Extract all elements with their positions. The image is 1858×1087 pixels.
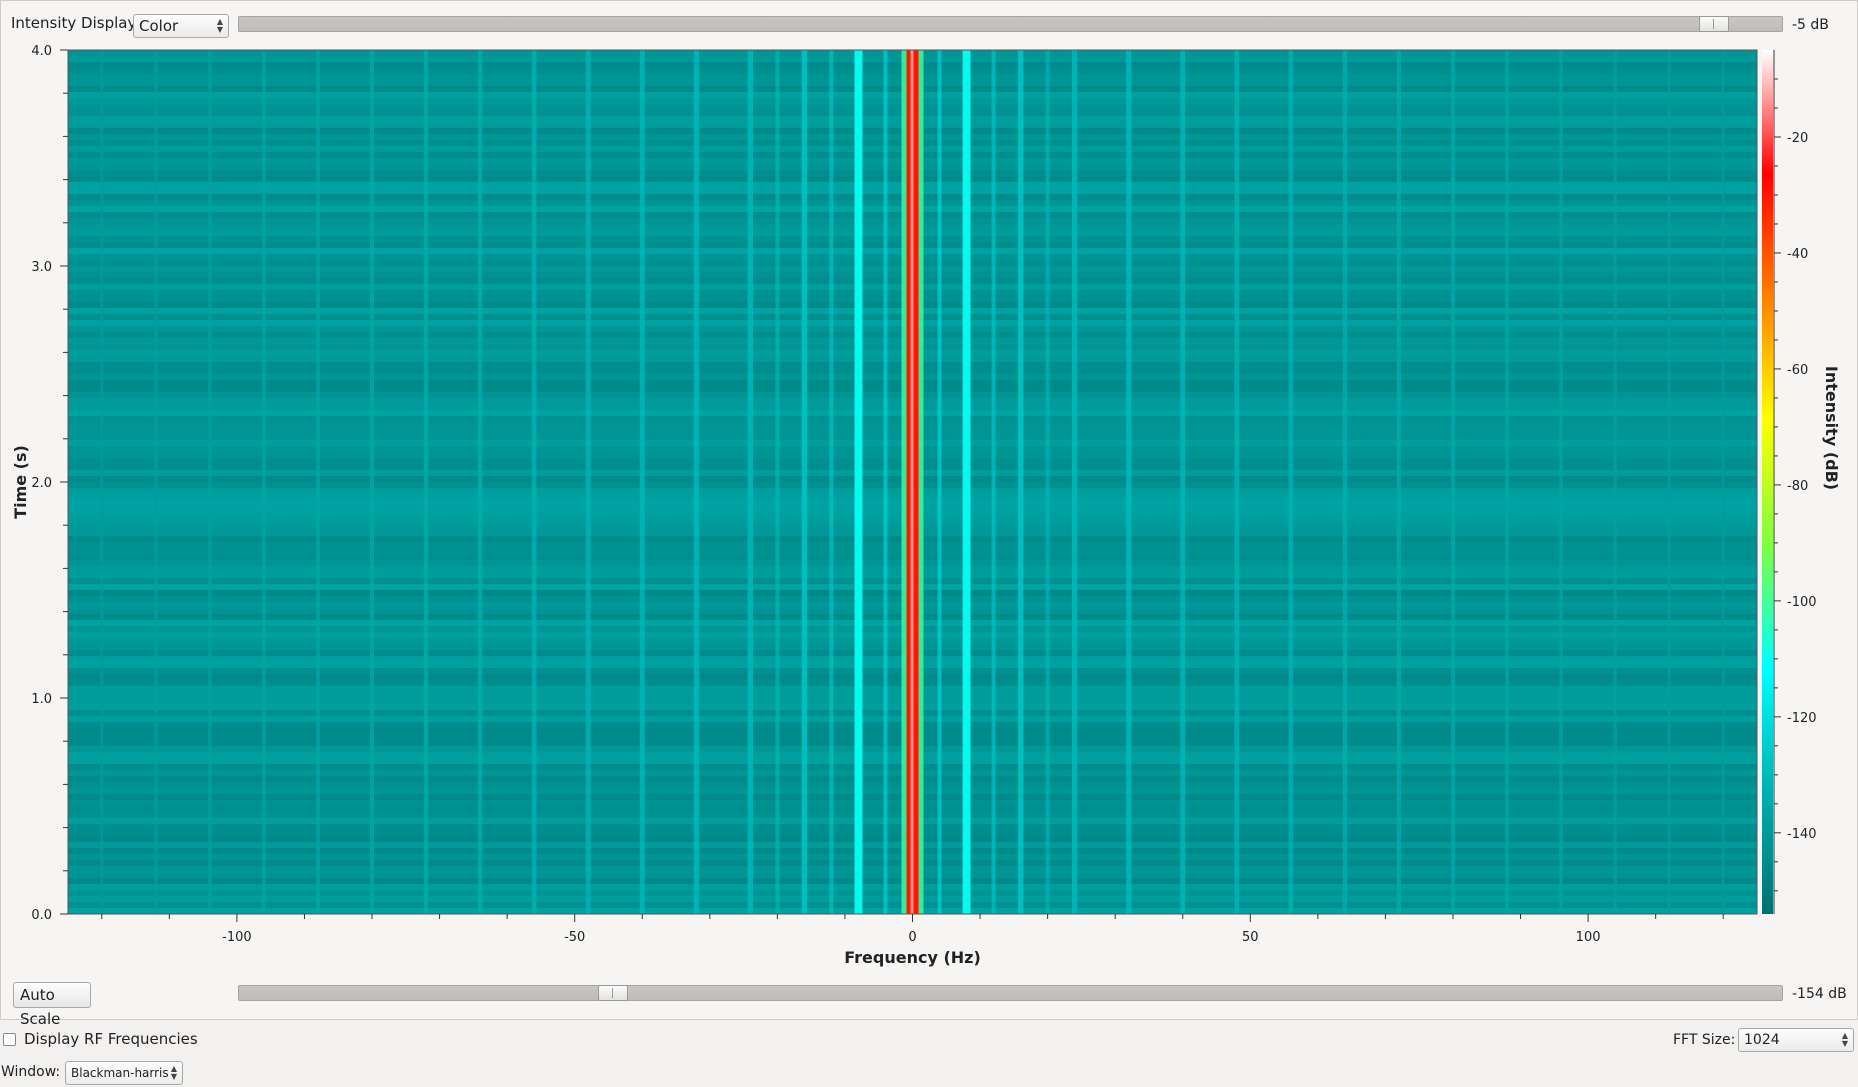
intensity-display-label: Intensity Display:: [11, 14, 141, 32]
harmonic-line: [1505, 50, 1509, 914]
display-rf-checkbox[interactable]: [3, 1033, 16, 1046]
y-axis: 0.0 1.0 2.0 3.0 4.0: [31, 44, 68, 923]
near-carrier-line: [829, 50, 834, 914]
near-carrier-line: [1072, 50, 1077, 914]
colorbar-tick-label: -60: [1787, 363, 1808, 378]
harmonic-line: [1667, 50, 1671, 914]
max-intensity-slider-handle[interactable]: [1699, 16, 1729, 32]
harmonic-line: [477, 50, 483, 914]
fft-size-select[interactable]: 1024 ▲ ▼: [1738, 1028, 1854, 1052]
harmonic-line: [208, 50, 212, 914]
min-intensity-slider-handle[interactable]: [598, 985, 628, 1001]
harmonic-line: [1396, 50, 1402, 914]
near-carrier-line: [937, 50, 942, 914]
colorbar-tick-label: -120: [1787, 711, 1817, 726]
display-rf-label: Display RF Frequencies: [24, 1030, 198, 1048]
harmonic-line: [154, 50, 158, 914]
auto-scale-button[interactable]: Auto Scale: [13, 982, 91, 1028]
near-carrier-line: [883, 50, 888, 914]
x-tick-label: 100: [1576, 930, 1601, 945]
x-axis: -100 -50 0 50 100: [101, 914, 1724, 945]
harmonic-line: [1342, 50, 1348, 914]
harmonic-line: [1180, 50, 1186, 914]
colorbar-tick-label: -100: [1787, 595, 1817, 610]
fft-size-label: FFT Size:: [1673, 1032, 1736, 1048]
min-intensity-value: -154 dB: [1792, 986, 1847, 1002]
colorbar: [1762, 50, 1773, 914]
near-carrier-line: [802, 50, 807, 914]
y-tick-label: 0.0: [31, 908, 52, 923]
max-intensity-slider[interactable]: [238, 16, 1783, 32]
y-tick-label: 4.0: [31, 44, 52, 59]
near-carrier-line: [1045, 50, 1050, 914]
harmonic-line: [100, 50, 104, 914]
x-tick-label: -50: [564, 930, 585, 945]
colorbar-tick-label: -80: [1787, 479, 1808, 494]
colorbar-axis: -20 -40 -60 -80 -100 -120 -140: [1773, 50, 1817, 914]
sideband-line: [854, 50, 863, 914]
waterfall-chart: -100 -50 0 50 100 0.0 1.0 2.0 3.0 4.0 Frequency …: [11, 44, 1841, 967]
x-tick-label: -100: [222, 930, 252, 945]
near-carrier-line: [775, 50, 780, 914]
sideband-line: [962, 50, 971, 914]
harmonic-line: [1613, 50, 1617, 914]
near-carrier-line: [748, 50, 753, 914]
y-tick-label: 1.0: [31, 692, 52, 707]
harmonic-line: [1721, 50, 1725, 914]
harmonic-line: [316, 50, 320, 914]
combo-arrows-icon: ▲ ▼: [1841, 1031, 1848, 1048]
colorbar-title: Intensity (dB): [1822, 366, 1841, 490]
carrier-core: [910, 50, 914, 914]
x-axis-title: Frequency (Hz): [844, 948, 981, 967]
harmonic-line: [693, 50, 699, 914]
harmonic-line: [585, 50, 591, 914]
harmonic-line: [1126, 50, 1132, 914]
harmonic-line: [1288, 50, 1294, 914]
window-label: Window:: [1, 1064, 61, 1080]
x-tick-label: 50: [1242, 930, 1259, 945]
colorbar-tick-label: -20: [1787, 131, 1808, 146]
harmonic-line: [531, 50, 537, 914]
harmonic-line: [370, 50, 375, 914]
colorbar-tick-label: -140: [1787, 827, 1817, 842]
fft-size-value: 1024: [1744, 1032, 1780, 1048]
harmonic-line: [1234, 50, 1240, 914]
harmonic-line: [639, 50, 645, 914]
max-intensity-value: -5 dB: [1792, 17, 1829, 33]
harmonic-line: [1450, 50, 1455, 914]
y-axis-title: Time (s): [11, 445, 30, 519]
harmonic-line: [1559, 50, 1563, 914]
harmonic-line: [423, 50, 429, 914]
colorbar-tick-label: -40: [1787, 247, 1808, 262]
waterfall-plot-area: [68, 50, 1757, 914]
harmonic-line: [262, 50, 266, 914]
intensity-display-value: Color: [139, 17, 179, 35]
near-carrier-line: [991, 50, 996, 914]
near-carrier-line: [1018, 50, 1023, 914]
window-value: Blackman-harris: [71, 1066, 169, 1080]
y-tick-label: 3.0: [31, 260, 52, 275]
min-intensity-slider[interactable]: [238, 985, 1783, 1001]
y-tick-label: 2.0: [31, 476, 52, 491]
window-select[interactable]: Blackman-harris ▲ ▼: [65, 1061, 183, 1085]
combo-arrows-icon: ▲ ▼: [216, 17, 223, 34]
intensity-display-select[interactable]: Color ▲ ▼: [133, 14, 229, 38]
x-tick-label: 0: [908, 930, 916, 945]
combo-arrows-icon: ▲ ▼: [170, 1064, 177, 1081]
